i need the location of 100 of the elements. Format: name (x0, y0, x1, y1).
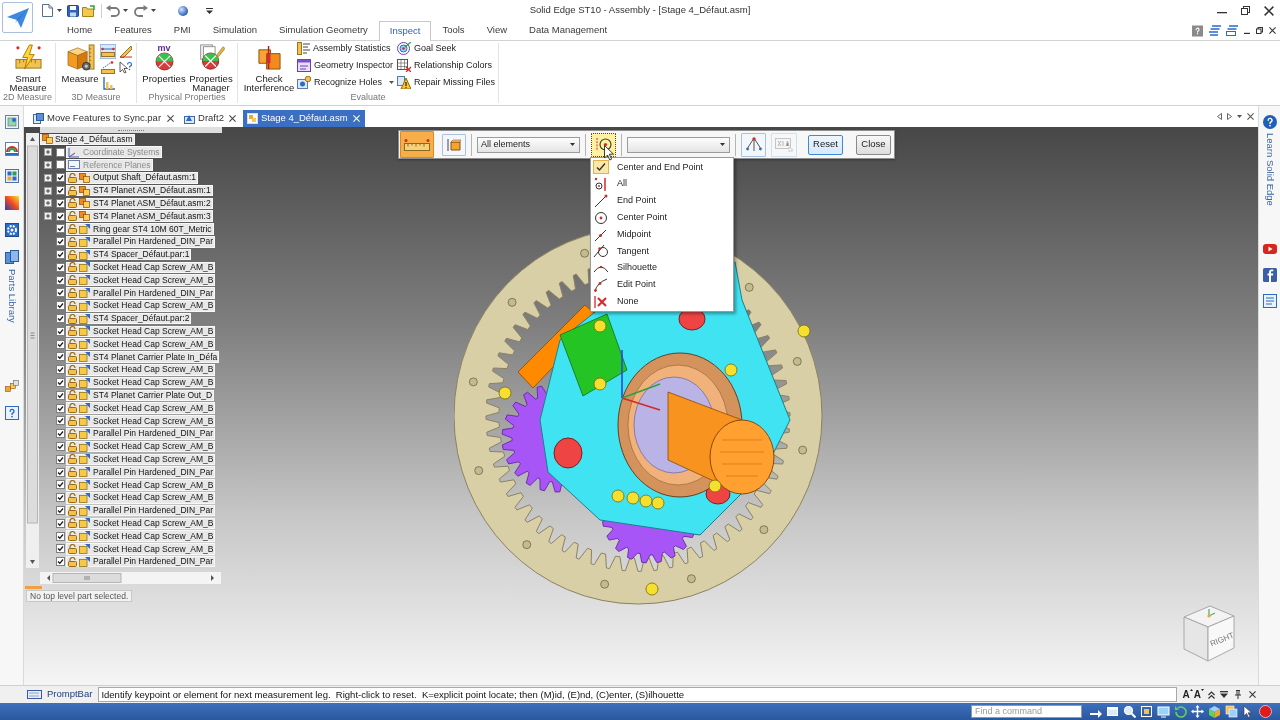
stacked-windows-icon[interactable] (1209, 25, 1221, 36)
pane-grip[interactable] (40, 127, 222, 133)
ribbon-command[interactable]: Geometry Inspector (297, 57, 396, 74)
panel-label[interactable]: Learn Solid Edge (1262, 133, 1277, 206)
tree-item[interactable]: Parallel Pin Hardened_DIN_Par (66, 466, 215, 478)
caret-down-icon[interactable] (57, 9, 62, 12)
tool-button[interactable] (100, 44, 116, 59)
ribbon-tab[interactable]: Data Management (518, 21, 619, 40)
increase-font-button[interactable]: A (1182, 689, 1193, 700)
caret-down-icon[interactable] (151, 9, 156, 12)
checkbox[interactable] (56, 339, 65, 349)
zoom-icon[interactable] (1123, 705, 1136, 718)
ribbon-tab[interactable]: Tools (431, 21, 476, 40)
toolbar-toggle[interactable] (591, 132, 616, 157)
checkbox[interactable] (56, 531, 65, 541)
ribbon-button[interactable]: Smart Measure (6, 44, 50, 92)
tool-button[interactable] (117, 60, 133, 75)
save-icon[interactable] (67, 4, 79, 17)
expand-icon[interactable] (44, 212, 52, 221)
expand-icon[interactable] (44, 173, 52, 182)
pan-icon[interactable] (1191, 705, 1204, 718)
ribbon-tab[interactable]: Home (56, 21, 104, 40)
close-icon[interactable] (1264, 5, 1274, 16)
sphere-icon[interactable] (178, 5, 188, 16)
menu-item[interactable]: Midpoint (591, 226, 733, 243)
help-icon[interactable] (1262, 115, 1277, 129)
checkbox[interactable] (56, 544, 65, 554)
horizontal-scrollbar[interactable] (40, 572, 221, 585)
checkbox[interactable] (56, 403, 65, 413)
record-icon[interactable] (1259, 705, 1272, 718)
checkbox[interactable] (56, 378, 65, 388)
checkbox[interactable] (56, 198, 65, 208)
menu-item[interactable]: Edit Point (591, 276, 733, 294)
ribbon-tab[interactable]: Simulation Geometry (268, 21, 379, 40)
checkbox[interactable] (56, 211, 65, 221)
tree-item[interactable]: Socket Head Cap Screw_AM_B (66, 261, 216, 274)
caret-down-icon[interactable] (123, 9, 128, 12)
close-icon[interactable] (1247, 113, 1254, 120)
checkbox[interactable] (56, 480, 65, 490)
ribbon-tab[interactable]: View (475, 21, 519, 40)
checkbox[interactable] (56, 506, 65, 515)
tree-item[interactable]: Parallel Pin Hardened_DIN_Par (66, 504, 215, 517)
scroll-left-icon[interactable] (1217, 113, 1222, 120)
expand-icon[interactable] (44, 199, 52, 208)
layers-icon[interactable] (1225, 705, 1238, 718)
tree-item[interactable]: ST4 Spacer_Défaut.par:1 (66, 248, 192, 261)
checkbox[interactable] (56, 467, 65, 477)
ribbon-command[interactable]: Recognize Holes (297, 74, 396, 91)
tree-item[interactable]: Socket Head Cap Screw_AM_B (66, 453, 216, 466)
checkbox[interactable] (56, 250, 65, 260)
vertical-scrollbar[interactable] (26, 133, 39, 568)
tree-item[interactable]: Socket Head Cap Screw_AM_B (66, 517, 216, 530)
tree-item[interactable]: Parallel Pin Hardened_DIN_Par (66, 555, 215, 568)
expand-icon[interactable] (44, 161, 52, 169)
checkbox[interactable] (56, 493, 65, 503)
checkbox[interactable] (56, 518, 65, 528)
checkbox[interactable] (56, 160, 65, 170)
view-window-icon[interactable] (4, 115, 19, 129)
tree-item[interactable]: Ring gear ST4 10M 60T_Metric (66, 223, 214, 235)
command-search-field[interactable]: Find a command (971, 705, 1082, 718)
close-icon[interactable] (1248, 691, 1256, 698)
shaded-cube-icon[interactable] (1208, 705, 1221, 718)
checkbox[interactable] (56, 314, 65, 324)
window-layout-icon[interactable] (1226, 25, 1238, 36)
checkbox[interactable] (56, 352, 65, 362)
checkbox[interactable] (56, 429, 65, 439)
checkbox[interactable] (56, 262, 65, 272)
customize-caret-icon[interactable] (206, 7, 213, 14)
cursor-icon[interactable] (1242, 705, 1255, 718)
new-document-icon[interactable] (42, 4, 53, 17)
undo-icon[interactable] (106, 4, 120, 17)
ribbon-command[interactable]: Relationship Colors (397, 57, 496, 74)
checkbox[interactable] (56, 237, 65, 247)
help-document-icon[interactable] (4, 405, 19, 420)
tree-item[interactable]: ST4 Spacer_Défaut.par:2 (66, 312, 192, 325)
ribbon-button[interactable]: Measure (61, 44, 99, 83)
checkbox[interactable] (56, 557, 65, 567)
tool-button[interactable] (100, 60, 116, 75)
tree-item[interactable]: Socket Head Cap Screw_AM_B (66, 325, 216, 338)
checkbox[interactable] (56, 365, 65, 375)
toolbar-toggle[interactable] (442, 133, 466, 156)
open-folder-icon[interactable] (82, 4, 96, 17)
square-logo-icon[interactable] (1262, 267, 1277, 282)
checkbox[interactable] (56, 442, 65, 451)
gear-panel-icon[interactable] (4, 223, 19, 237)
tree-item[interactable]: ST4 Planet Carrier Plate In_Défa (66, 351, 220, 363)
dialog-button[interactable]: Reset (808, 134, 843, 155)
tree-item[interactable]: Socket Head Cap Screw_AM_B (66, 440, 216, 453)
color-palette-icon[interactable] (4, 142, 19, 156)
checkbox[interactable] (56, 454, 65, 464)
tree-item[interactable]: Socket Head Cap Screw_AM_B (66, 402, 216, 414)
tree-item[interactable]: Parallel Pin Hardened_DIN_Par (66, 235, 215, 248)
pin-icon[interactable] (1234, 690, 1241, 699)
tree-item[interactable]: Socket Head Cap Screw_AM_B (66, 479, 216, 491)
ribbon-button[interactable]: Check Interference (243, 44, 295, 92)
menu-item[interactable]: Center Point (591, 209, 733, 227)
tree-item[interactable]: ST4 Planet Carrier Plate Out_D (66, 389, 215, 402)
tree-item[interactable]: ST4 Planet ASM_Défaut.asm:1 (66, 184, 213, 197)
menu-item[interactable]: All (591, 175, 733, 193)
menu-item[interactable]: End Point (591, 192, 733, 210)
